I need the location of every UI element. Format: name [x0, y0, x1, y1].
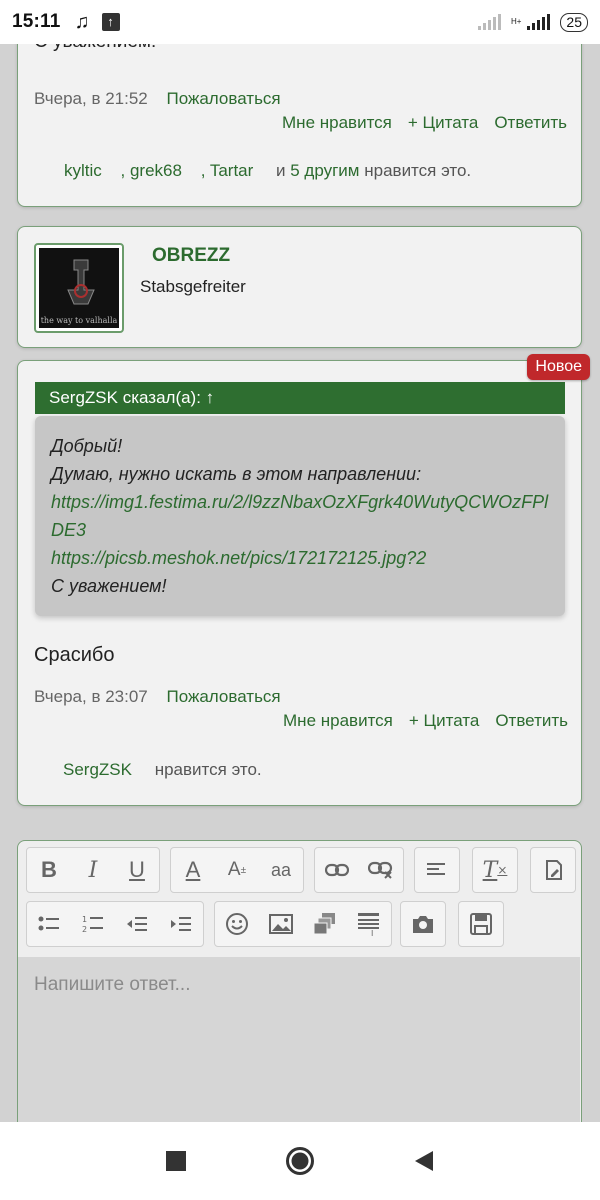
battery-indicator: 25	[560, 12, 588, 32]
quote-button[interactable]: + Цитата	[409, 711, 479, 731]
avatar-image: the way to valhalla	[39, 248, 119, 328]
reply-textarea-container	[18, 957, 580, 1122]
square-icon	[166, 1151, 186, 1171]
likers-suffix: нравится это.	[364, 161, 472, 180]
indent-icon[interactable]	[159, 902, 203, 946]
quote-line: Думаю, нужно искать в этом направлении:	[51, 464, 422, 484]
home-circle-icon	[286, 1147, 314, 1175]
quote-link[interactable]: https://picsb.meshok.net/pics/172172125.…	[51, 544, 549, 572]
liker-link[interactable]: kyltic	[64, 161, 102, 180]
font-color-button[interactable]: A	[171, 848, 215, 892]
post-date: Вчера, в 23:07	[34, 687, 148, 706]
post-meta: Вчера, в 21:52 Пожаловаться	[34, 89, 281, 109]
numbered-list-icon[interactable]: 12	[71, 902, 115, 946]
report-link[interactable]: Пожаловаться	[166, 89, 280, 108]
like-button[interactable]: Мне нравится	[282, 113, 392, 133]
align-toolbar-group	[414, 847, 460, 893]
unlink-icon[interactable]	[359, 848, 403, 892]
reply-input[interactable]	[32, 973, 552, 997]
post-actions: Мне нравится + Цитата Ответить	[282, 113, 567, 133]
quote-line: С уважением!	[51, 576, 167, 596]
liker-link[interactable]: SergZSK	[63, 760, 132, 779]
post-actions: Мне нравится + Цитата Ответить	[283, 711, 568, 731]
like-button[interactable]: Мне нравится	[283, 711, 393, 731]
format-toolbar-group: B I U	[26, 847, 160, 893]
save-group	[458, 901, 504, 947]
status-bar: 15:11 ♫ ↑ H+ 25	[0, 0, 600, 44]
edit-source-icon[interactable]	[531, 848, 575, 892]
list-toolbar-group: 12	[26, 901, 204, 947]
align-icon[interactable]	[415, 848, 459, 892]
camera-icon[interactable]	[401, 902, 445, 946]
likes-line: kyltic , grek68 , Tartar и 5 другим нрав…	[64, 161, 471, 181]
font-size-button[interactable]: A ±	[215, 848, 259, 892]
network-type: H+	[510, 17, 522, 26]
avatar-caption: the way to valhalla	[40, 316, 118, 325]
quote-line: Добрый!	[51, 436, 123, 456]
recents-button[interactable]	[114, 1151, 238, 1171]
link-icon[interactable]	[315, 848, 359, 892]
svg-text:1: 1	[82, 915, 87, 924]
underline-button[interactable]: U	[115, 848, 159, 892]
quote-block: Добрый! Думаю, нужно искать в этом напра…	[35, 416, 565, 616]
text-block-icon[interactable]: I	[347, 902, 391, 946]
quote-link[interactable]: https://img1.festima.ru/2/l9zzNbaxOzXFgr…	[51, 488, 549, 544]
quote-button[interactable]: + Цитата	[408, 113, 478, 133]
avatar[interactable]: the way to valhalla	[34, 243, 124, 333]
report-link[interactable]: Пожаловаться	[166, 687, 280, 706]
camera-group	[400, 901, 446, 947]
image-icon[interactable]	[259, 902, 303, 946]
reply-editor: B I U A A ± aa T × 1 2 I Напишите ответ.…	[17, 840, 582, 1122]
reply-button[interactable]: Ответить	[495, 711, 568, 731]
wifi-signal-icon	[477, 14, 501, 30]
likers-more-prefix: и	[276, 161, 286, 180]
insert-toolbar-group: I	[214, 901, 392, 947]
forum-thread: С уважением! Вчера, в 21:52 Пожаловаться…	[0, 44, 600, 1122]
post-card: С уважением! Вчера, в 21:52 Пожаловаться…	[17, 44, 582, 207]
bullet-list-icon[interactable]	[27, 902, 71, 946]
back-triangle-icon	[415, 1151, 433, 1171]
reply-button[interactable]: Ответить	[494, 113, 567, 133]
clear-format-group: T ×	[472, 847, 518, 893]
italic-button[interactable]: I	[71, 848, 115, 892]
svg-text:2: 2	[82, 925, 87, 934]
clock: 15:11	[12, 11, 61, 32]
music-note-icon: ♫	[74, 10, 90, 33]
emoji-icon[interactable]	[215, 902, 259, 946]
likes-line: SergZSK нравится это.	[63, 760, 262, 780]
back-button[interactable]	[362, 1150, 486, 1172]
save-draft-icon[interactable]	[459, 902, 503, 946]
font-toolbar-group: A A ± aa	[170, 847, 304, 893]
font-case-button[interactable]: aa	[259, 848, 303, 892]
post-date: Вчера, в 21:52	[34, 89, 148, 108]
gallery-icon[interactable]	[303, 902, 347, 946]
author-name[interactable]: OBREZZ	[152, 245, 230, 267]
likers-suffix: нравится это.	[154, 760, 262, 779]
cell-signal-icon	[527, 14, 551, 30]
source-group	[530, 847, 576, 893]
liker-link[interactable]: , grek68	[121, 161, 182, 180]
quote-header[interactable]: SergZSK сказал(а): ↑	[35, 382, 565, 414]
new-badge: Новое	[527, 354, 590, 380]
liker-link[interactable]: , Tartar	[201, 161, 254, 180]
post-text: Срасибо	[34, 644, 115, 666]
svg-text:I: I	[371, 929, 373, 936]
bold-button[interactable]: B	[27, 848, 71, 892]
post-meta: Вчера, в 23:07 Пожаловаться	[34, 687, 281, 707]
upload-icon: ↑	[101, 13, 120, 31]
clear-format-icon[interactable]: T ×	[473, 848, 517, 892]
font-size-label: A	[227, 859, 241, 880]
post-text: С уважением!	[34, 44, 156, 53]
author-rank: Stabsgefreiter	[140, 277, 246, 296]
author-card: the way to valhalla OBREZZ Stabsgefreite…	[17, 226, 582, 348]
navigation-bar	[0, 1122, 600, 1200]
outdent-icon[interactable]	[115, 902, 159, 946]
home-button[interactable]	[238, 1146, 362, 1176]
link-toolbar-group	[314, 847, 404, 893]
likers-more-link[interactable]: 5 другим	[290, 161, 359, 180]
